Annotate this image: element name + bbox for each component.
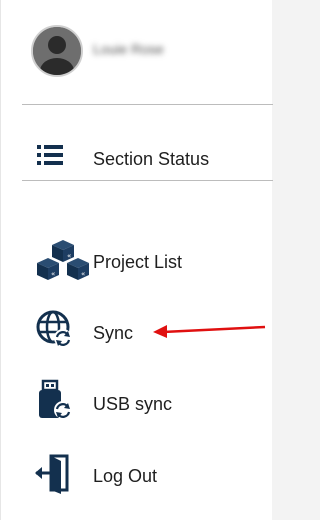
menu-item-project-list[interactable]: « « « Project List [1, 234, 273, 290]
boxes-icon: « « « [29, 238, 89, 284]
svg-text:«: « [51, 270, 55, 278]
section-status-label: Section Status [93, 149, 210, 169]
profile-name: Louie Rose [93, 41, 164, 57]
red-arrow-annotation [153, 325, 266, 338]
usb-sync-label: USB sync [93, 394, 173, 414]
profile-header: Louie Rose [1, 0, 273, 104]
project-list-label: Project List [93, 252, 183, 272]
sync-label: Sync [93, 323, 134, 343]
divider [22, 104, 273, 105]
usb-sync-icon [29, 378, 79, 424]
logout-door-icon [29, 452, 79, 498]
globe-sync-icon [29, 307, 79, 353]
menu-item-usb-sync[interactable]: USB sync [1, 376, 273, 432]
svg-text:«: « [67, 252, 71, 260]
divider [22, 180, 273, 181]
avatar [31, 25, 83, 77]
menu-item-section-status[interactable]: Section Status [1, 131, 273, 187]
menu-item-log-out[interactable]: Log Out [1, 448, 273, 504]
log-out-label: Log Out [93, 466, 158, 486]
side-menu-panel: Louie Rose Section Status « « « Project … [0, 0, 273, 520]
svg-text:«: « [81, 270, 85, 278]
list-icon [29, 135, 79, 181]
user-avatar-icon [33, 27, 81, 75]
